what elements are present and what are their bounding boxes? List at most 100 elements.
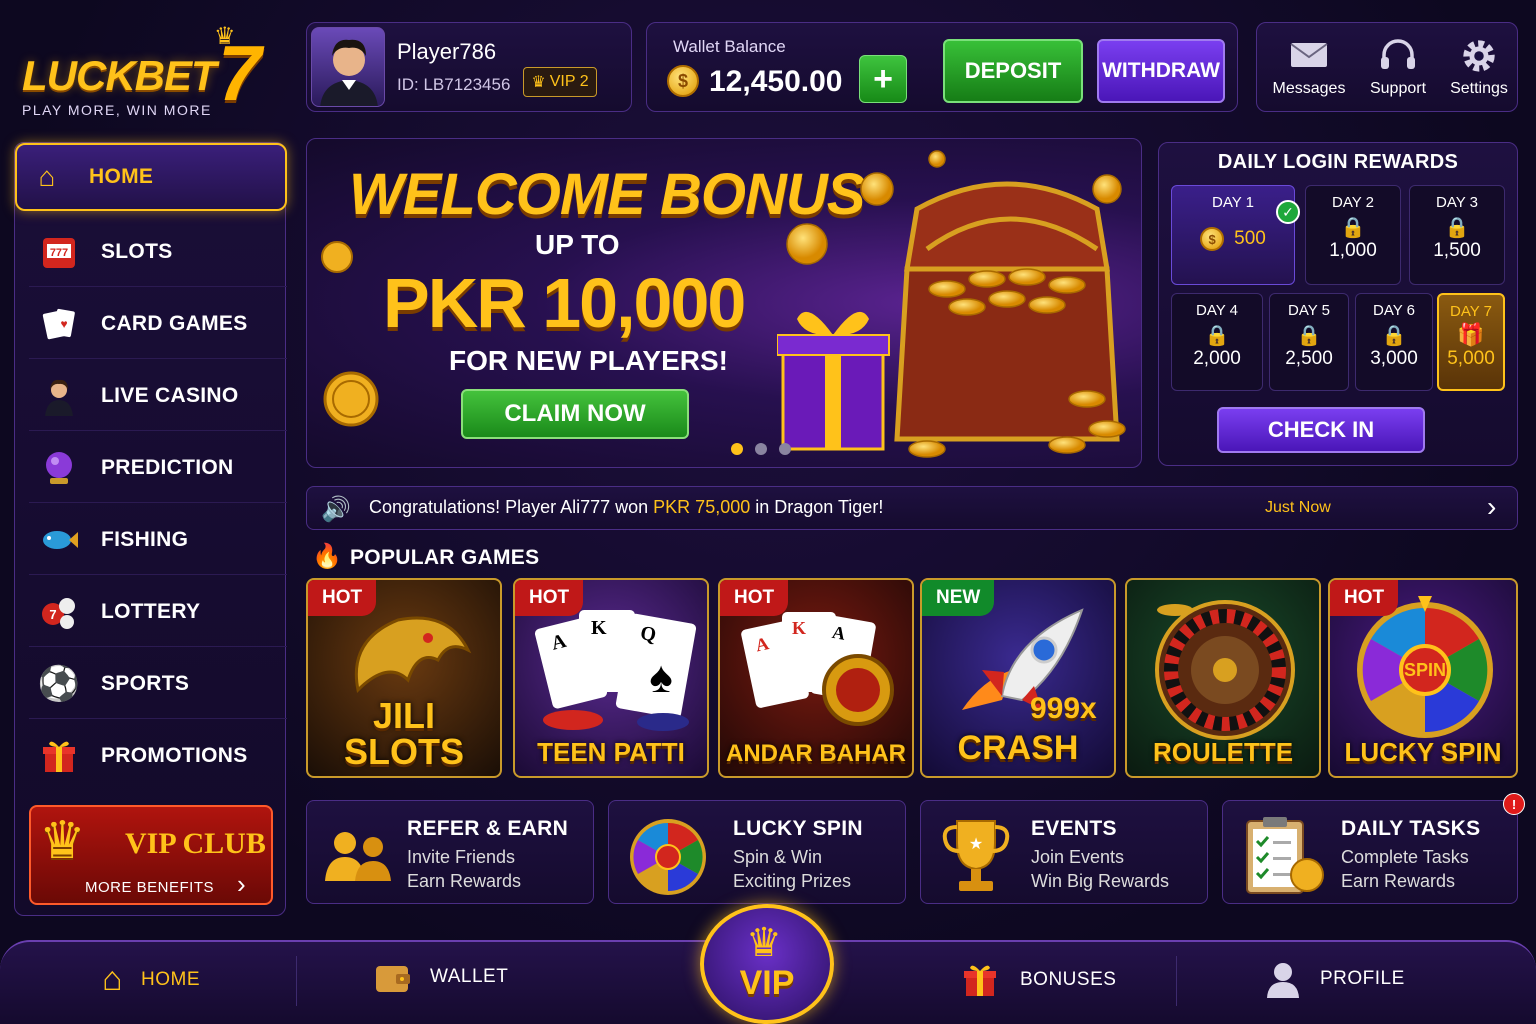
svg-text:♥: ♥ bbox=[60, 317, 67, 331]
sidebar-item-live-casino[interactable]: LIVE CASINO bbox=[29, 361, 287, 431]
add-funds-button[interactable]: + bbox=[859, 55, 907, 103]
player-card[interactable]: Player786 ID: LB7123456 ♛ VIP 2 bbox=[306, 22, 632, 112]
day-value: 2,000 bbox=[1193, 348, 1241, 369]
soccer-ball-icon: ⚽ bbox=[37, 664, 81, 703]
events-card[interactable]: ★ EVENTS Join Events Win Big Rewards bbox=[920, 800, 1208, 904]
settings-button[interactable]: Settings bbox=[1443, 33, 1515, 105]
daily-tasks-card[interactable]: DAILY TASKS Complete Tasks Earn Rewards … bbox=[1222, 793, 1525, 904]
fish-icon bbox=[37, 518, 81, 562]
winner-ticker[interactable]: 🔊 Congratulations! Player Ali777 won PKR… bbox=[306, 486, 1518, 530]
popular-games-title: POPULAR GAMES bbox=[350, 546, 540, 569]
carousel-dot-active[interactable] bbox=[731, 443, 743, 455]
game-card-jili-slots[interactable]: HOT JILI SLOTS bbox=[306, 578, 502, 778]
playing-cards-image: AK Q♠ bbox=[534, 610, 697, 731]
bottom-nav-profile[interactable]: PROFILE bbox=[1264, 960, 1405, 998]
game-card-crash[interactable]: NEW 999x CRASH bbox=[920, 578, 1116, 778]
day-reward-2[interactable]: DAY 2 🔒 1,000 bbox=[1305, 185, 1401, 285]
day-label: DAY 2 bbox=[1332, 194, 1374, 211]
messages-label: Messages bbox=[1272, 80, 1346, 97]
day-value: 5,000 bbox=[1447, 348, 1495, 369]
game-tag: HOT bbox=[1330, 580, 1399, 616]
dragon-image bbox=[354, 616, 472, 694]
wallet-balance: 12,450.00 bbox=[709, 65, 843, 98]
coin-icon: $ bbox=[667, 65, 699, 97]
support-button[interactable]: Support bbox=[1355, 33, 1441, 105]
cards-icon: ♥ bbox=[37, 302, 81, 346]
wallet-icon bbox=[376, 966, 410, 992]
avatar[interactable] bbox=[311, 27, 385, 107]
welcome-banner[interactable]: WELCOME BONUS UP TO PKR 10,000 FOR NEW P… bbox=[306, 138, 1142, 468]
sidebar-item-fishing[interactable]: FISHING bbox=[29, 505, 287, 575]
game-card-roulette[interactable]: ROULETTE bbox=[1125, 578, 1321, 778]
game-card-teen-patti[interactable]: A K Q ♠ HOT TEEN PATTI bbox=[513, 578, 709, 778]
game-card-andar-bahar[interactable]: AKA HOT ANDAR BAHAR bbox=[718, 578, 914, 778]
game-title: JILI SLOTS bbox=[308, 698, 500, 770]
feature-title: LUCKY SPIN bbox=[733, 817, 863, 840]
withdraw-button[interactable]: WITHDRAW bbox=[1097, 39, 1225, 103]
day-reward-4[interactable]: DAY 4 🔒 2,000 bbox=[1171, 293, 1263, 391]
sidebar-item-label: HOME bbox=[89, 165, 154, 188]
ticker-amount: PKR 75,000 bbox=[653, 497, 751, 517]
banner-subtitle: FOR NEW PLAYERS! bbox=[449, 345, 728, 376]
carousel-dot[interactable] bbox=[755, 443, 767, 455]
wallet-panel: Wallet Balance $ 12,450.00 + DEPOSIT WIT… bbox=[646, 22, 1238, 112]
sidebar-item-slots[interactable]: 777 SLOTS bbox=[29, 217, 287, 287]
vip-badge[interactable]: ♛ VIP 2 bbox=[523, 67, 597, 97]
lock-icon: 🔒 bbox=[1204, 325, 1230, 347]
carousel-dot[interactable] bbox=[779, 443, 791, 455]
feature-line2: Win Big Rewards bbox=[1031, 871, 1170, 891]
spin-label: SPIN bbox=[1404, 660, 1447, 680]
game-tag: HOT bbox=[515, 580, 584, 616]
deposit-button[interactable]: DEPOSIT bbox=[943, 39, 1083, 103]
sidebar-item-prediction[interactable]: PREDICTION bbox=[29, 433, 287, 503]
game-title-line1: JILI bbox=[372, 695, 435, 736]
messages-button[interactable]: Messages bbox=[1265, 33, 1353, 105]
ticker-time: Just Now bbox=[1265, 499, 1331, 516]
sidebar-item-promotions[interactable]: PROMOTIONS bbox=[29, 721, 287, 791]
trophy-icon: ★ bbox=[942, 820, 1010, 891]
day-reward-6[interactable]: DAY 6 🔒 3,000 bbox=[1355, 293, 1433, 391]
claim-now-button[interactable]: CLAIM NOW bbox=[461, 389, 689, 439]
home-icon: ⌂ bbox=[102, 960, 124, 998]
game-card-lucky-spin[interactable]: SPIN HOT LUCKY SPIN bbox=[1328, 578, 1518, 778]
bottom-nav-wallet[interactable]: WALLET bbox=[374, 960, 508, 994]
day-value: 3,000 bbox=[1370, 348, 1418, 369]
envelope-icon bbox=[1290, 43, 1328, 67]
bottom-nav-home[interactable]: ⌂ HOME bbox=[102, 960, 200, 999]
check-in-button[interactable]: CHECK IN bbox=[1217, 407, 1425, 453]
sidebar-item-card-games[interactable]: ♥ CARD GAMES bbox=[29, 289, 287, 359]
ticker-suffix: in Dragon Tiger! bbox=[750, 497, 884, 517]
sidebar-item-label: PREDICTION bbox=[101, 455, 234, 479]
day-reward-1[interactable]: DAY 1 $ 500 ✓ bbox=[1171, 185, 1300, 285]
sidebar-item-label: PROMOTIONS bbox=[101, 744, 248, 767]
gift-icon bbox=[964, 965, 996, 996]
gift-icon bbox=[37, 734, 81, 778]
vip-club-card[interactable]: ♛ VIP CLUB MORE BENEFITS › bbox=[29, 805, 273, 905]
game-title: TEEN PATTI bbox=[537, 737, 685, 767]
sidebar-item-sports[interactable]: ⚽ SPORTS bbox=[29, 649, 287, 719]
svg-text:K: K bbox=[792, 618, 806, 638]
banner-amount: PKR 10,000 bbox=[383, 264, 746, 342]
bottom-nav-bonuses[interactable]: BONUSES bbox=[960, 960, 1116, 1000]
feature-title: DAILY TASKS bbox=[1341, 817, 1481, 840]
logo-text: LUCKBET bbox=[22, 52, 217, 99]
vip-center-button[interactable]: ♛ VIP bbox=[700, 904, 834, 1024]
brand-logo[interactable]: ♛ LUCKBET 7 PLAY MORE, WIN MORE bbox=[22, 22, 284, 122]
day-reward-3[interactable]: DAY 3 🔒 1,500 bbox=[1409, 185, 1505, 285]
gold-coin-icon bbox=[323, 371, 379, 427]
lucky-spin-card[interactable]: LUCKY SPIN Spin & Win Exciting Prizes bbox=[608, 800, 906, 904]
refer-earn-card[interactable]: REFER & EARN Invite Friends Earn Rewards bbox=[306, 800, 594, 904]
feature-line1: Complete Tasks bbox=[1341, 847, 1469, 867]
carousel-dots[interactable] bbox=[731, 443, 791, 455]
sidebar-item-lottery[interactable]: 7 LOTTERY bbox=[29, 577, 287, 647]
day-reward-7[interactable]: DAY 7 🎁 5,000 bbox=[1437, 293, 1505, 391]
game-multiplier: 999x bbox=[1030, 692, 1097, 725]
chevron-right-icon[interactable]: › bbox=[1487, 491, 1496, 523]
fire-icon: 🔥 bbox=[312, 543, 342, 570]
day-reward-5[interactable]: DAY 5 🔒 2,500 bbox=[1269, 293, 1349, 391]
feature-line2: Earn Rewards bbox=[1341, 871, 1456, 891]
dealer-icon bbox=[37, 374, 81, 418]
sidebar-item-home[interactable]: ⌂ HOME bbox=[15, 143, 287, 211]
day-label: DAY 6 bbox=[1373, 302, 1415, 319]
game-title-line2: SLOTS bbox=[343, 731, 464, 772]
